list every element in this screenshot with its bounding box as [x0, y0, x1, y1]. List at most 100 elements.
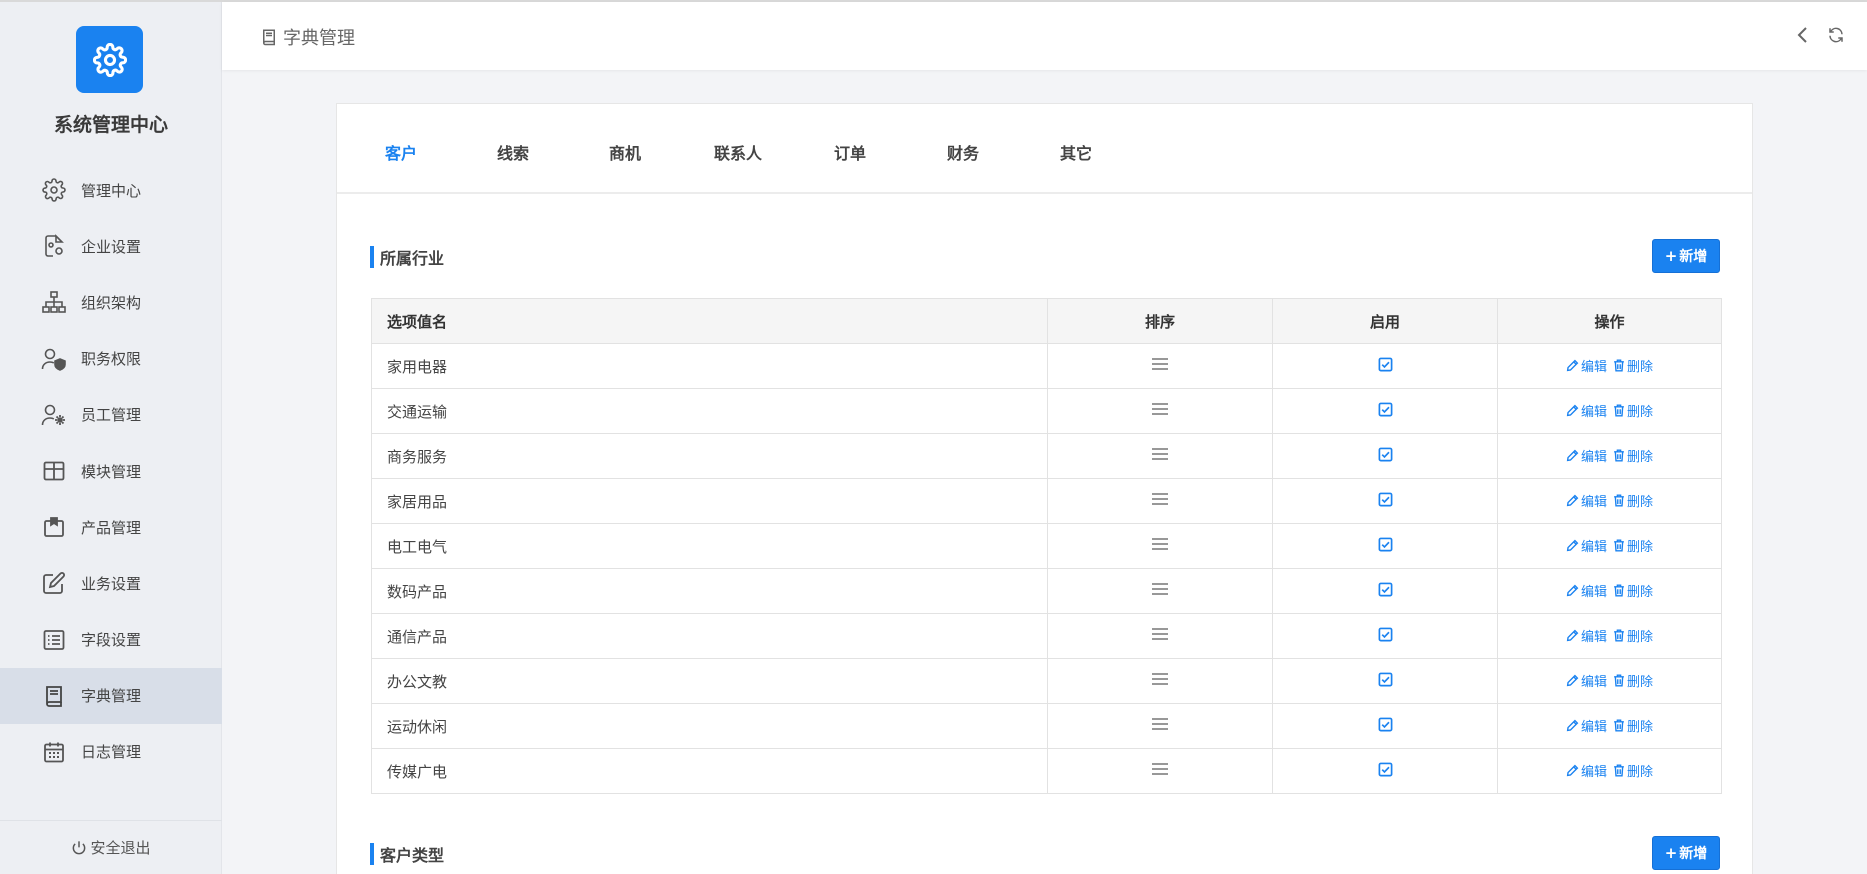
drag-handle-icon[interactable] — [1151, 672, 1169, 686]
trash-icon — [1614, 764, 1624, 777]
sort-cell — [1047, 568, 1273, 614]
edit-button[interactable]: 编辑 — [1566, 446, 1607, 465]
sidebar-item-role-permissions[interactable]: 职务权限 — [0, 331, 222, 387]
drag-handle-icon[interactable] — [1151, 492, 1169, 506]
plus-icon: + — [1664, 247, 1678, 265]
drag-handle-icon[interactable] — [1151, 627, 1169, 641]
sidebar-item-dictionary-management[interactable]: 字典管理 — [0, 667, 222, 724]
drag-handle-icon[interactable] — [1151, 762, 1169, 776]
delete-button[interactable]: 删除 — [1613, 356, 1653, 375]
refresh-button[interactable] — [1825, 24, 1847, 46]
option-name-cell: 数码产品 — [371, 568, 1048, 614]
enabled-checkbox[interactable] — [1378, 717, 1393, 732]
delete-button[interactable]: 删除 — [1613, 671, 1653, 690]
power-icon — [71, 840, 87, 856]
delete-button[interactable]: 删除 — [1613, 401, 1653, 420]
enabled-checkbox[interactable] — [1378, 672, 1393, 687]
tab-opportunities[interactable]: 商机 — [569, 140, 681, 164]
drag-handle-icon[interactable] — [1151, 717, 1169, 731]
enabled-cell — [1272, 388, 1498, 434]
trash-icon — [1614, 404, 1624, 417]
edit-button[interactable]: 编辑 — [1566, 536, 1607, 555]
sidebar-item-log-management[interactable]: 日志管理 — [0, 724, 222, 780]
delete-button[interactable]: 删除 — [1613, 581, 1653, 600]
enabled-checkbox[interactable] — [1378, 402, 1393, 417]
tab-customer[interactable]: 客户 — [345, 140, 457, 164]
tab-leads[interactable]: 线索 — [457, 140, 569, 164]
sidebar-item-business-settings[interactable]: 业务设置 — [0, 555, 222, 611]
sidebar-item-label: 业务设置 — [81, 574, 142, 593]
edit-button[interactable]: 编辑 — [1566, 356, 1607, 375]
sidebar-item-product-management[interactable]: 产品管理 — [0, 499, 222, 555]
enabled-checkbox[interactable] — [1378, 582, 1393, 597]
app-title: 系统管理中心 — [53, 114, 168, 136]
drag-handle-icon[interactable] — [1151, 402, 1169, 416]
option-name-cell: 电工电气 — [371, 523, 1048, 569]
enabled-checkbox[interactable] — [1378, 627, 1393, 642]
tab-other[interactable]: 其它 — [1020, 140, 1132, 164]
pencil-icon — [1566, 449, 1579, 462]
add-industry-button[interactable]: + 新增 — [1652, 239, 1720, 273]
pencil-icon — [1566, 404, 1579, 417]
enabled-checkbox[interactable] — [1378, 447, 1393, 462]
tab-contacts[interactable]: 联系人 — [682, 140, 794, 164]
sort-cell — [1047, 703, 1273, 749]
drag-handle-icon[interactable] — [1151, 357, 1169, 371]
sidebar-item-field-settings[interactable]: 字段设置 — [0, 612, 222, 668]
edit-button[interactable]: 编辑 — [1566, 626, 1607, 645]
page-title: 字典管理 — [283, 28, 355, 49]
sidebar-item-org-structure[interactable]: 组织架构 — [0, 274, 222, 330]
tab-bar: 客户 线索 商机 联系人 订单 财务 其它 — [337, 104, 1752, 194]
logout-label: 安全退出 — [90, 839, 151, 857]
section-title-customer-type: 客户类型 — [370, 842, 444, 866]
edit-button[interactable]: 编辑 — [1566, 581, 1607, 600]
delete-button[interactable]: 删除 — [1613, 761, 1653, 780]
pencil-icon — [1566, 764, 1579, 777]
edit-button[interactable]: 编辑 — [1566, 491, 1607, 510]
back-button[interactable] — [1792, 24, 1814, 46]
delete-label: 删除 — [1627, 405, 1654, 420]
table-row: 传媒广电 编辑 删除 — [371, 748, 1722, 794]
enabled-checkbox[interactable] — [1378, 537, 1393, 552]
edit-button[interactable]: 编辑 — [1566, 716, 1607, 735]
delete-button[interactable]: 删除 — [1613, 716, 1653, 735]
sidebar-item-employee-management[interactable]: 员工管理 — [0, 387, 222, 443]
delete-button[interactable]: 删除 — [1613, 491, 1653, 510]
pencil-icon — [1566, 719, 1579, 732]
grid-table-icon — [40, 457, 68, 485]
drag-handle-icon[interactable] — [1151, 582, 1169, 596]
pencil-icon — [1566, 539, 1579, 552]
delete-button[interactable]: 删除 — [1613, 536, 1653, 555]
box-icon — [40, 513, 68, 541]
edit-button[interactable]: 编辑 — [1566, 761, 1607, 780]
delete-button[interactable]: 删除 — [1613, 626, 1653, 645]
pencil-icon — [1566, 674, 1579, 687]
edit-button[interactable]: 编辑 — [1566, 401, 1607, 420]
top-header: 字典管理 — [222, 2, 1867, 70]
logout-button[interactable]: 安全退出 — [0, 820, 222, 874]
delete-label: 删除 — [1627, 585, 1654, 600]
pencil-icon — [1566, 629, 1579, 642]
document-gear-icon — [40, 232, 68, 260]
trash-icon — [1614, 719, 1624, 732]
enabled-checkbox[interactable] — [1378, 762, 1393, 777]
drag-handle-icon[interactable] — [1151, 537, 1169, 551]
edit-label: 编辑 — [1580, 585, 1607, 600]
checkbox-checked-icon — [1378, 447, 1392, 461]
tab-orders[interactable]: 订单 — [794, 140, 906, 164]
sidebar-item-label: 字段设置 — [81, 631, 142, 650]
plus-icon: + — [1664, 844, 1678, 862]
enabled-cell — [1272, 613, 1498, 659]
pencil-icon — [1566, 494, 1579, 507]
sidebar-item-module-management[interactable]: 模块管理 — [0, 443, 222, 499]
drag-handle-icon[interactable] — [1151, 447, 1169, 461]
delete-button[interactable]: 删除 — [1613, 446, 1653, 465]
sidebar-item-company-settings[interactable]: 企业设置 — [0, 218, 222, 274]
tab-finance[interactable]: 财务 — [907, 140, 1019, 164]
enabled-checkbox[interactable] — [1378, 492, 1393, 507]
sidebar-item-management-center[interactable]: 管理中心 — [0, 162, 222, 218]
edit-button[interactable]: 编辑 — [1566, 671, 1607, 690]
add-customer-type-button[interactable]: + 新增 — [1652, 836, 1720, 870]
delete-label: 删除 — [1627, 765, 1654, 780]
enabled-checkbox[interactable] — [1378, 357, 1393, 372]
